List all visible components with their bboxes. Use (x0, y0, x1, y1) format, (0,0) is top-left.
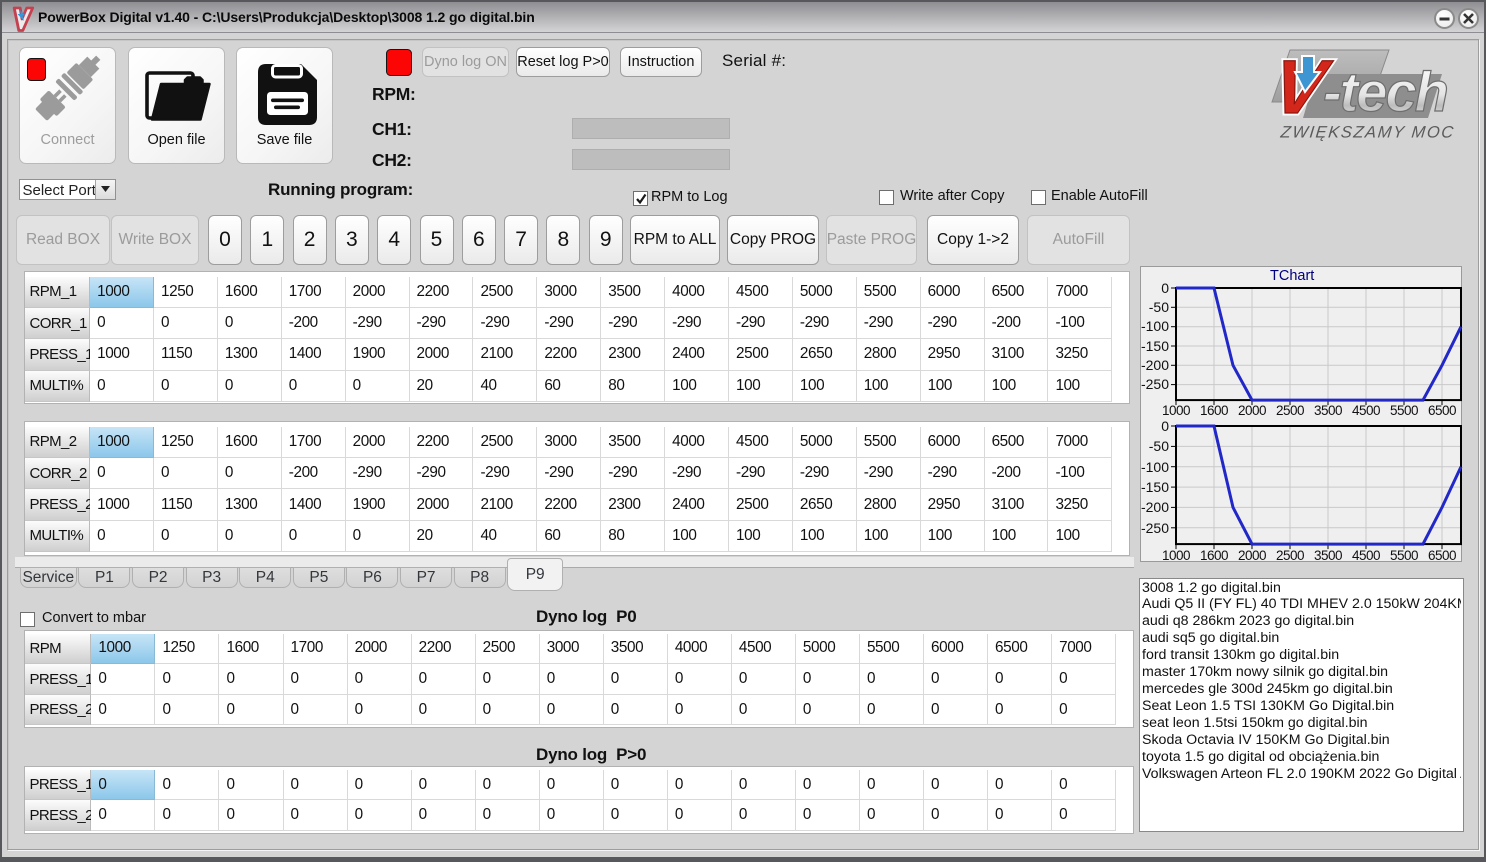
svg-text:-tech: -tech (1323, 60, 1447, 123)
svg-text:ZWIĘKSZAMY MOC: ZWIĘKSZAMY MOC (1279, 123, 1456, 142)
